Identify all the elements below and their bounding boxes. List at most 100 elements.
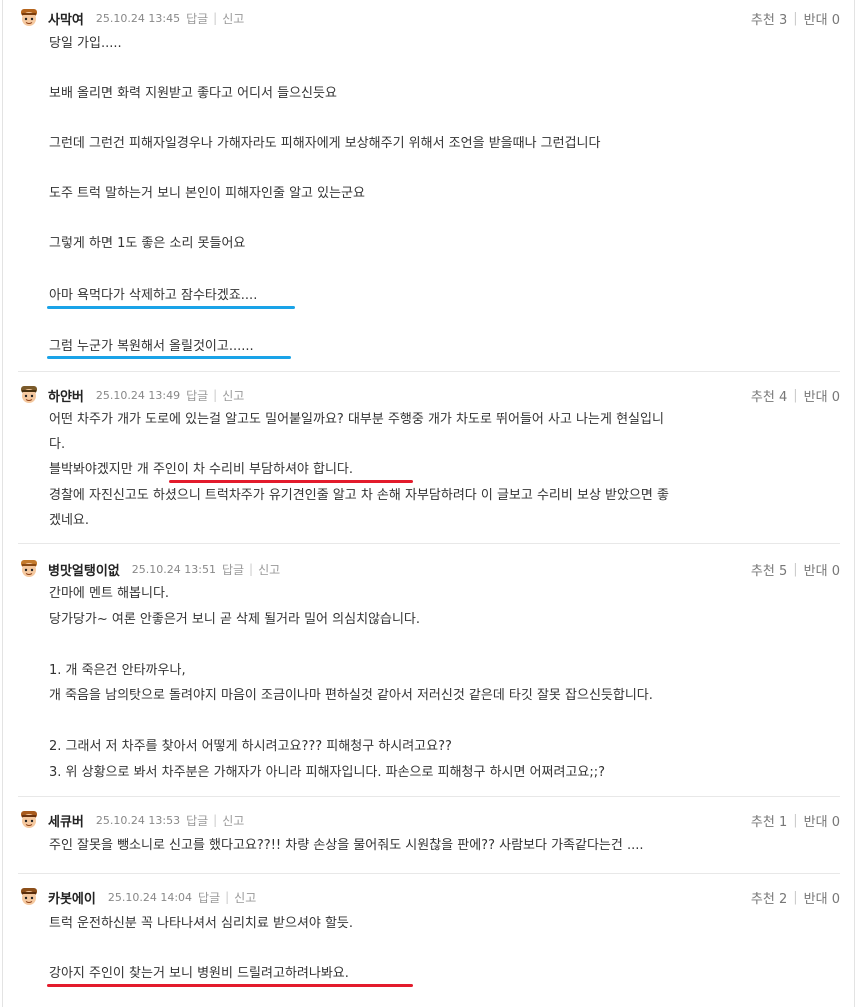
vote-box: 추천 1 | 반대 0 xyxy=(751,809,840,831)
downvote-label: 반대 xyxy=(803,12,828,28)
upvote-label: 추천 xyxy=(750,563,775,579)
comment-divider xyxy=(18,371,840,372)
upvote-count: 3 xyxy=(778,12,788,28)
comment-text-line: 당가당가~ 여론 안좋은거 보니 곧 삭제 될거라 밀어 의심치않습니다. xyxy=(49,612,421,627)
report-button[interactable]: 신고 xyxy=(222,387,244,404)
character-avatar-icon xyxy=(21,560,37,577)
downvote-count: 0 xyxy=(831,563,840,579)
separator: | xyxy=(793,812,798,828)
report-button[interactable]: 신고 xyxy=(222,10,244,27)
comment-text-line: 개 죽음을 남의탓으로 돌려야지 마음이 조금이나마 편하실것 같아서 저러신것… xyxy=(49,688,653,703)
upvote-button[interactable]: 추천 3 xyxy=(751,9,787,28)
comment-text-line: 2. 그래서 저 차주를 찾아서 어떻게 하시려고요??? 피해청구 하시려고요… xyxy=(49,739,452,754)
report-button[interactable]: 신고 xyxy=(258,561,280,578)
downvote-count: 0 xyxy=(831,891,840,907)
comment-list: 사막여 25.10.24 13:45 답글 | 신고 추천 3 | 반대 0 당… xyxy=(0,0,858,1007)
character-avatar-icon xyxy=(21,811,37,828)
downvote-label: 반대 xyxy=(803,814,828,830)
comment-divider xyxy=(18,796,840,797)
comment-meta: 카봇에이 25.10.24 14:04 답글 | 신고 xyxy=(18,886,256,908)
comment-text-line: 경찰에 자진신고도 하셨으니 트럭차주가 유기견인줄 알고 차 손해 자부담하려… xyxy=(49,488,669,503)
comment-text-line: 그런데 그런건 피해자일경우나 가해자라도 피해자에게 보상해주기 위해서 조언… xyxy=(49,136,601,151)
reply-button[interactable]: 답글 xyxy=(222,561,244,578)
separator: | xyxy=(213,813,218,827)
separator: | xyxy=(213,388,218,402)
downvote-label: 반대 xyxy=(803,563,828,579)
comment-text-line: 아마 욕먹다가 삭제하고 잠수타겠죠.... xyxy=(49,288,258,303)
comment-text-line: 그렇게 하면 1도 좋은 소리 못들어요 xyxy=(49,236,246,251)
downvote-button[interactable]: 반대 0 xyxy=(804,888,840,907)
upvote-button[interactable]: 추천 1 xyxy=(751,811,787,830)
nickname[interactable]: 병맛얼탱이없 xyxy=(48,560,120,579)
downvote-button[interactable]: 반대 0 xyxy=(804,811,840,830)
highlight-underline xyxy=(47,984,413,987)
upvote-count: 1 xyxy=(778,814,788,830)
nickname[interactable]: 세큐버 xyxy=(48,811,84,830)
upvote-label: 추천 xyxy=(750,389,775,405)
comment-divider xyxy=(18,543,840,544)
separator: | xyxy=(249,562,254,576)
left-border xyxy=(2,0,3,1007)
separator: | xyxy=(793,10,798,26)
highlight-underline xyxy=(47,306,295,309)
comment-date: 25.10.24 13:45 xyxy=(95,11,181,25)
upvote-button[interactable]: 추천 5 xyxy=(751,560,787,579)
comment-text-line: 3. 위 상황으로 봐서 차주분은 가해자가 아니라 피해자입니다. 파손으로 … xyxy=(49,765,606,780)
comment-text-line: 트럭 운전하신분 꼭 나타나셔서 심리치료 받으셔야 할듯. xyxy=(49,916,354,931)
downvote-count: 0 xyxy=(831,814,840,830)
comment-date: 25.10.24 13:53 xyxy=(95,813,181,827)
downvote-count: 0 xyxy=(831,389,840,405)
separator: | xyxy=(793,561,798,577)
report-button[interactable]: 신고 xyxy=(234,889,256,906)
downvote-label: 반대 xyxy=(803,389,828,405)
nickname[interactable]: 하얀버 xyxy=(48,386,84,405)
vote-box: 추천 5 | 반대 0 xyxy=(751,558,840,580)
comment-date: 25.10.24 14:04 xyxy=(107,890,193,904)
vote-box: 추천 3 | 반대 0 xyxy=(751,7,840,29)
highlight-underline xyxy=(169,480,413,483)
reply-button[interactable]: 답글 xyxy=(186,812,208,829)
comment-meta: 병맛얼탱이없 25.10.24 13:51 답글 | 신고 xyxy=(18,558,280,580)
comment-text-line: 간마에 멘트 해봅니다. xyxy=(49,586,170,601)
comment-text-line: 겠네요. xyxy=(49,513,90,528)
reply-button[interactable]: 답글 xyxy=(198,889,220,906)
nickname[interactable]: 사막여 xyxy=(48,9,84,28)
comment-date: 25.10.24 13:49 xyxy=(95,388,181,402)
comment-text-line: 강아지 주인이 찾는거 보니 병원비 드릴려고하려나봐요. xyxy=(49,966,349,981)
reply-button[interactable]: 답글 xyxy=(186,10,208,27)
upvote-button[interactable]: 추천 4 xyxy=(751,386,787,405)
highlight-underline xyxy=(47,356,291,359)
comment-text-line: 어떤 차주가 개가 도로에 있는걸 알고도 밀어붙일까요? 대부분 주행중 개가… xyxy=(49,412,664,427)
downvote-button[interactable]: 반대 0 xyxy=(804,386,840,405)
downvote-count: 0 xyxy=(831,12,840,28)
comment-text-line: 주인 잘못을 뺑소니로 신고를 했다고요??!! 차량 손상을 물어줘도 시원찮… xyxy=(49,838,644,853)
separator: | xyxy=(793,889,798,905)
upvote-label: 추천 xyxy=(750,12,775,28)
comment-date: 25.10.24 13:51 xyxy=(131,562,216,576)
downvote-button[interactable]: 반대 0 xyxy=(804,560,840,579)
comment-meta: 하얀버 25.10.24 13:49 답글 | 신고 xyxy=(18,384,244,406)
comment-text-line: 그럼 누군가 복원해서 올릴것이고...... xyxy=(49,339,254,354)
comment-text-line: 도주 트럭 말하는거 보니 본인이 피해자인줄 알고 있는군요 xyxy=(49,186,365,201)
downvote-button[interactable]: 반대 0 xyxy=(804,9,840,28)
right-border xyxy=(854,0,855,1007)
downvote-label: 반대 xyxy=(803,891,828,907)
upvote-count: 5 xyxy=(778,563,788,579)
comment-text-line: 다. xyxy=(49,437,66,452)
separator: | xyxy=(793,387,798,403)
comment-text-line: 1. 개 죽은건 안타까우나, xyxy=(49,663,186,678)
report-button[interactable]: 신고 xyxy=(222,812,244,829)
upvote-label: 추천 xyxy=(750,891,775,907)
separator: | xyxy=(213,11,218,25)
reply-button[interactable]: 답글 xyxy=(186,387,208,404)
upvote-label: 추천 xyxy=(750,814,775,830)
vote-box: 추천 2 | 반대 0 xyxy=(751,886,840,908)
nickname[interactable]: 카봇에이 xyxy=(48,888,96,907)
upvote-count: 4 xyxy=(778,389,788,405)
upvote-count: 2 xyxy=(778,891,788,907)
upvote-button[interactable]: 추천 2 xyxy=(751,888,787,907)
comment-meta: 세큐버 25.10.24 13:53 답글 | 신고 xyxy=(18,809,244,831)
character-avatar-icon xyxy=(21,888,37,905)
comment-text-line: 블박봐야겠지만 개 주인이 차 수리비 부담하셔야 합니다. xyxy=(49,462,354,477)
comment-text-line: 보배 올리면 화력 지원받고 좋다고 어디서 들으신듯요 xyxy=(49,86,337,101)
